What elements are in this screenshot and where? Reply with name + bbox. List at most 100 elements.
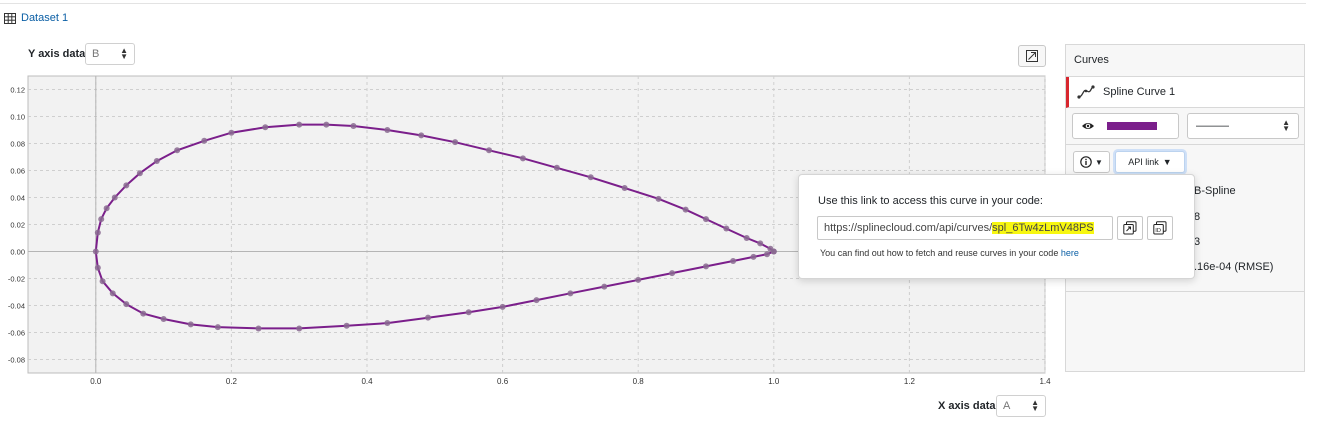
data-point [98, 216, 105, 223]
y-axis-value: B [92, 48, 100, 60]
data-point [635, 276, 642, 283]
data-point [384, 127, 391, 133]
x-tick-label: 1.0 [768, 377, 780, 386]
data-point [499, 303, 506, 310]
data-point [92, 248, 99, 255]
data-point [201, 137, 208, 144]
curves-header: Curves [1066, 45, 1304, 77]
popover-title: Use this link to access this curve in yo… [818, 195, 1043, 207]
line-style-select[interactable]: ——— ▲ ▼ [1187, 113, 1299, 139]
x-tick-label: 0.8 [633, 377, 645, 386]
x-tick-label: 0.4 [361, 377, 373, 386]
y-tick-label: -0.04 [8, 302, 25, 311]
copy-link-button[interactable] [1117, 216, 1143, 240]
data-point [601, 283, 608, 290]
select-caret-icon: ▲ ▼ [120, 46, 128, 61]
copy-link-icon [1123, 221, 1137, 235]
data-point [567, 290, 574, 297]
y-tick-label: 0.12 [10, 86, 25, 95]
data-point [553, 164, 560, 171]
dataset-label: Dataset 1 [21, 12, 69, 24]
data-point [153, 158, 160, 165]
data-point [418, 132, 425, 139]
data-point [214, 324, 221, 331]
popover-note-text: You can find out how to fetch and reuse … [820, 248, 1059, 258]
curve-name: Spline Curve 1 [1103, 86, 1176, 98]
top-divider [0, 3, 1306, 4]
data-point [533, 297, 540, 304]
data-point [94, 264, 101, 271]
svg-text:ID: ID [1155, 228, 1161, 234]
y-axis-label: Y axis data: [28, 48, 89, 60]
data-point [228, 129, 235, 136]
data-point [174, 147, 181, 154]
y-tick-label: 0.04 [10, 194, 25, 203]
info-value-rmse: .16e-04 (RMSE) [1194, 261, 1274, 273]
data-point [296, 121, 303, 128]
data-point [764, 251, 771, 258]
data-point [770, 248, 777, 255]
data-point [99, 278, 106, 285]
y-axis-select[interactable]: B ▲ ▼ [85, 43, 135, 65]
panel-divider [1066, 291, 1304, 292]
data-point [262, 124, 269, 131]
data-point [187, 321, 194, 328]
copy-id-button[interactable]: ID [1147, 216, 1173, 240]
dataset-link[interactable]: Dataset 1 [4, 12, 68, 24]
curve-item-spline-1[interactable]: Spline Curve 1 [1066, 77, 1304, 108]
data-point [255, 325, 262, 332]
api-link-popover: Use this link to access this curve in yo… [798, 174, 1195, 279]
data-point [757, 240, 764, 247]
y-tick-labels: -0.08 -0.06 -0.04 -0.02 0.00 0.02 0.04 0.06 0.08… [8, 86, 25, 365]
data-point [109, 290, 116, 297]
data-point [323, 121, 330, 128]
data-point [655, 195, 662, 202]
x-axis-label: X axis data: [938, 400, 1000, 412]
data-point [703, 263, 709, 270]
y-tick-label: 0.02 [10, 221, 25, 230]
x-tick-label: 0.6 [497, 377, 509, 386]
info-dropdown-button[interactable]: ▼ [1073, 151, 1110, 173]
caret-down-icon: ▼ [1162, 157, 1172, 167]
data-point [103, 205, 110, 212]
data-point [425, 314, 432, 321]
spline-curve-icon [1077, 85, 1095, 99]
select-caret-icon: ▲ ▼ [1031, 398, 1039, 413]
info-value-type: B-Spline [1194, 185, 1236, 197]
data-point [123, 301, 130, 308]
data-point [703, 216, 709, 223]
expand-button[interactable] [1018, 45, 1046, 67]
table-icon [4, 12, 16, 24]
data-point [587, 174, 594, 181]
expand-icon [1026, 50, 1038, 62]
data-point [682, 206, 689, 213]
api-url-field[interactable]: https://splinecloud.com/api/curves/spl_6… [817, 216, 1113, 240]
y-tick-label: 0.06 [10, 167, 25, 176]
y-tick-label: -0.02 [8, 275, 25, 284]
y-tick-label: 0.10 [10, 113, 25, 122]
y-tick-label: -0.08 [8, 356, 25, 365]
x-axis-select[interactable]: A ▲ ▼ [996, 395, 1046, 417]
api-link-button[interactable]: API link ▼ [1115, 151, 1185, 173]
y-tick-label: 0.00 [10, 248, 25, 257]
panel-divider [1066, 144, 1304, 145]
popover-note: You can find out how to fetch and reuse … [820, 248, 1079, 258]
api-link-label: API link [1128, 157, 1159, 167]
y-tick-label: -0.06 [8, 329, 25, 338]
popover-help-link[interactable]: here [1061, 248, 1079, 258]
x-tick-labels: 0.0 0.2 0.4 0.6 0.8 1.0 1.2 1.4 [90, 377, 1051, 386]
visibility-color-control[interactable] [1072, 113, 1179, 139]
data-point [519, 155, 526, 162]
data-point [94, 229, 101, 236]
x-axis-value: A [1003, 400, 1011, 412]
data-point [350, 122, 357, 129]
data-point [123, 182, 130, 189]
data-point [465, 309, 472, 316]
eye-icon [1082, 123, 1094, 129]
curve-color-swatch[interactable] [1107, 122, 1157, 130]
line-style-value: ——— [1196, 120, 1229, 132]
caret-down-icon: ▼ [1095, 157, 1103, 167]
data-point [140, 310, 147, 317]
data-point [343, 322, 350, 329]
data-point [750, 253, 757, 260]
